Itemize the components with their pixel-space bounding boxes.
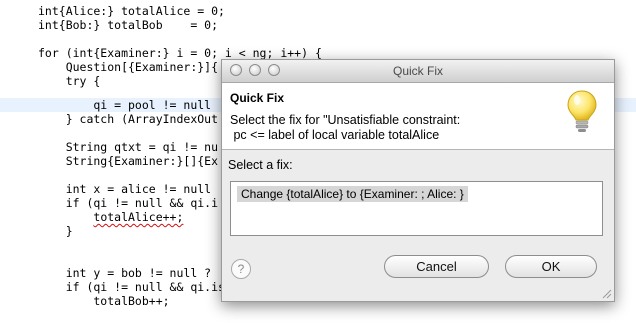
title-bar[interactable]: Quick Fix [222,60,614,83]
window-title: Quick Fix [392,64,443,78]
lightbulb-icon [567,90,597,132]
help-icon: ? [237,262,245,276]
fix-list[interactable]: Change {totalAlice} to {Examiner: ; Alic… [230,181,603,236]
code-line: try { [38,74,101,88]
resize-grip-icon[interactable] [600,287,612,299]
select-fix-label: Select a fix: [228,158,293,172]
code-line: int y = bob != null ? [38,266,212,280]
header-title: Quick Fix [230,91,285,105]
code-line: } catch (ArrayIndexOut [38,112,219,126]
code-line: Question[{Examiner:}]{ [38,60,219,74]
code-line: int x = alice != null [38,182,212,196]
quick-fix-dialog: Quick Fix Quick Fix Select the fix for "… [221,59,615,302]
dialog-header: Quick Fix Select the fix for "Unsatisfia… [222,83,614,150]
fix-list-item[interactable]: Change {totalAlice} to {Examiner: ; Alic… [237,186,468,202]
code-line: String{Examiner:}[]{Ex [38,154,219,168]
code-line: int{Alice:} totalAlice = 0; [38,4,225,18]
header-description: Select the fix for "Unsatisfiable constr… [230,113,461,142]
code-line: totalAlice++; [38,210,183,224]
code-line: int{Bob:} totalBob = 0; [38,18,219,32]
code-line: for (int{Examiner:} i = 0; i < ng; i++) … [38,46,322,60]
code-line: } [38,224,73,238]
code-line: String qtxt = qi != nu [38,140,219,154]
code-line: qi = pool != null [38,98,212,112]
code-line: totalBob++; [38,294,170,308]
cancel-button[interactable]: Cancel [384,255,489,278]
error-token[interactable]: totalAlice++; [93,210,183,224]
help-button[interactable]: ? [231,259,251,279]
code-line: if (qi != null && qi.i [38,196,219,210]
ok-button[interactable]: OK [505,255,597,278]
